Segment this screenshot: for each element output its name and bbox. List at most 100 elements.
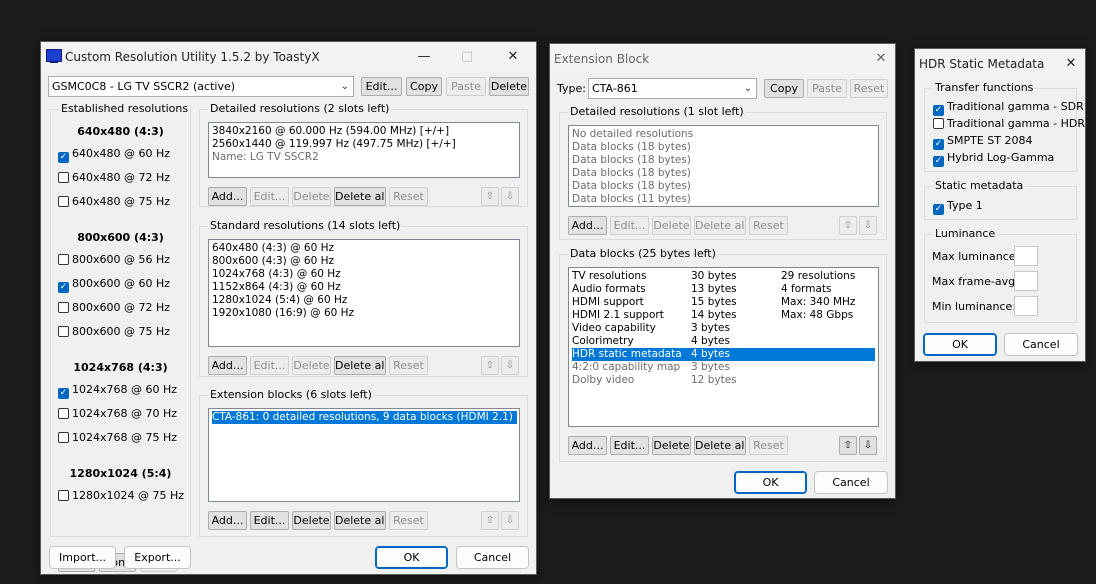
list-item[interactable]: 800x600 (4:3) @ 60 Hz (212, 255, 516, 268)
type-select[interactable]: CTA-861 ⌄ (588, 78, 757, 99)
list-item[interactable]: No detailed resolutions (572, 128, 875, 141)
data-block-row[interactable]: TV resolutions 30 bytes 29 resolutions (572, 270, 875, 283)
standard-resolutions-list[interactable]: 640x480 (4:3) @ 60 Hz 800x600 (4:3) @ 60 … (208, 239, 520, 347)
resolution-checkbox[interactable]: 800x600 @ 56 Hz (58, 252, 170, 268)
close-icon[interactable]: ✕ (500, 46, 526, 68)
hdr-titlebar[interactable]: HDR Static Metadata ✕ (915, 49, 1085, 79)
cancel-button[interactable]: Cancel (456, 546, 529, 569)
hdr-cancel-button[interactable]: Cancel (1004, 333, 1078, 356)
resolution-checkbox[interactable]: 800x600 @ 75 Hz (58, 324, 170, 340)
ext-cancel-button[interactable]: Cancel (814, 471, 888, 494)
list-item[interactable]: 3840x2160 @ 60.000 Hz (594.00 MHz) [+/+] (212, 125, 516, 138)
export-button[interactable]: Export... (124, 546, 191, 569)
list-item[interactable]: Data blocks (18 bytes) (572, 167, 875, 180)
data-move-up-button[interactable]: ⇧ (839, 436, 857, 455)
extension-move-down-button[interactable]: ⇩ (501, 511, 519, 530)
data-blocks-list[interactable]: TV resolutions 30 bytes 29 resolutions Audi… (568, 267, 879, 427)
extension-blocks-list[interactable]: CTA-861: 0 detailed resolutions, 9 data … (208, 408, 520, 502)
list-item[interactable]: Data blocks (11 bytes) (572, 193, 875, 206)
data-block-row[interactable]: 4:2:0 capability map 3 bytes (572, 361, 875, 374)
ext-detailed-delete-all-button[interactable]: Delete all (694, 216, 746, 235)
maximize-icon[interactable]: □ (454, 46, 480, 68)
list-item[interactable]: Data blocks (18 bytes) (572, 154, 875, 167)
resolution-checkbox[interactable]: 1024x768 @ 75 Hz (58, 430, 177, 446)
copy-monitor-button[interactable]: Copy (406, 77, 442, 96)
ext-detailed-reset-button[interactable]: Reset (749, 216, 788, 235)
ext-ok-button[interactable]: OK (734, 471, 807, 494)
extension-reset-button[interactable]: Reset (389, 511, 428, 530)
list-item[interactable]: Data blocks (18 bytes) (572, 180, 875, 193)
close-icon[interactable]: ✕ (1058, 53, 1084, 75)
list-item[interactable]: 1152x864 (4:3) @ 60 Hz (212, 281, 516, 294)
hdr-ok-button[interactable]: OK (923, 333, 997, 356)
data-delete-button[interactable]: Delete (652, 436, 691, 455)
close-icon[interactable]: ✕ (868, 48, 894, 70)
standard-move-down-button[interactable]: ⇩ (501, 356, 519, 375)
ext-paste-button[interactable]: Paste (807, 79, 847, 98)
ext-detailed-add-button[interactable]: Add... (568, 216, 607, 235)
transfer-function-checkbox[interactable]: ✓ Hybrid Log-Gamma (933, 150, 1054, 167)
detailed-move-down-button[interactable]: ⇩ (501, 187, 519, 206)
standard-reset-button[interactable]: Reset (389, 356, 428, 375)
data-block-row[interactable]: HDMI support 15 bytes Max: 340 MHz (572, 296, 875, 309)
transfer-function-checkbox[interactable]: ✓ SMPTE ST 2084 (933, 133, 1032, 150)
ext-detailed-move-up-button[interactable]: ⇧ (839, 216, 857, 235)
detailed-resolutions-list[interactable]: 3840x2160 @ 60.000 Hz (594.00 MHz) [+/+]… (208, 122, 520, 178)
resolution-checkbox[interactable]: 640x480 @ 72 Hz (58, 170, 170, 186)
standard-move-up-button[interactable]: ⇧ (481, 356, 499, 375)
ext-detailed-delete-button[interactable]: Delete (652, 216, 691, 235)
data-edit-button[interactable]: Edit... (610, 436, 649, 455)
standard-add-button[interactable]: Add... (208, 356, 247, 375)
data-move-down-button[interactable]: ⇩ (859, 436, 877, 455)
data-block-row[interactable]: HDR static metadata 4 bytes (572, 348, 875, 361)
data-block-row[interactable]: Colorimetry 4 bytes (572, 335, 875, 348)
list-item[interactable]: CTA-861: 0 detailed resolutions, 9 data … (212, 411, 517, 424)
extension-block-titlebar[interactable]: Extension Block ✕ (550, 44, 895, 74)
resolution-checkbox[interactable]: 800x600 @ 72 Hz (58, 300, 170, 316)
ok-button[interactable]: OK (375, 546, 448, 569)
detailed-reset-button[interactable]: Reset (389, 187, 428, 206)
delete-monitor-button[interactable]: Delete (489, 77, 529, 96)
resolution-checkbox[interactable]: 1024x768 @ 70 Hz (58, 406, 177, 422)
data-block-row[interactable]: HDMI 2.1 support 14 bytes Max: 48 Gbps (572, 309, 875, 322)
resolution-checkbox[interactable]: 1280x1024 @ 75 Hz (58, 488, 184, 504)
data-block-row[interactable]: Audio formats 13 bytes 4 formats (572, 283, 875, 296)
transfer-function-checkbox[interactable]: Traditional gamma - HDR (933, 116, 1085, 132)
monitor-select[interactable]: GSMC0C8 - LG TV SSCR2 (active) ⌄ (48, 76, 354, 97)
data-delete-all-button[interactable]: Delete all (694, 436, 746, 455)
ext-copy-button[interactable]: Copy (764, 79, 804, 98)
minimize-icon[interactable]: — (411, 46, 437, 68)
min-luminance-input[interactable] (1014, 296, 1038, 316)
ext-detailed-edit-button[interactable]: Edit... (610, 216, 649, 235)
transfer-function-checkbox[interactable]: ✓ Traditional gamma - SDR (933, 99, 1084, 116)
detailed-delete-button[interactable]: Delete (292, 187, 331, 206)
paste-monitor-button[interactable]: Paste (446, 77, 486, 96)
detailed-add-button[interactable]: Add... (208, 187, 247, 206)
standard-delete-button[interactable]: Delete (292, 356, 331, 375)
list-item[interactable]: 2560x1440 @ 119.997 Hz (497.75 MHz) [+/+… (212, 138, 516, 151)
resolution-checkbox[interactable]: ✓ 1024x768 @ 60 Hz (58, 382, 177, 399)
extension-add-button[interactable]: Add... (208, 511, 247, 530)
max-luminance-input[interactable] (1014, 246, 1038, 266)
detailed-delete-all-button[interactable]: Delete all (334, 187, 386, 206)
data-block-row[interactable]: Video capability 3 bytes (572, 322, 875, 335)
type1-checkbox[interactable]: ✓ Type 1 (933, 198, 983, 215)
data-reset-button[interactable]: Reset (749, 436, 788, 455)
extension-delete-all-button[interactable]: Delete all (334, 511, 386, 530)
list-item[interactable]: Data blocks (18 bytes) (572, 141, 875, 154)
resolution-checkbox[interactable]: ✓ 800x600 @ 60 Hz (58, 276, 170, 293)
list-item[interactable]: 640x480 (4:3) @ 60 Hz (212, 242, 516, 255)
extension-edit-button[interactable]: Edit... (250, 511, 289, 530)
list-item[interactable]: 1024x768 (4:3) @ 60 Hz (212, 268, 516, 281)
resolution-checkbox[interactable]: 640x480 @ 75 Hz (58, 194, 170, 210)
ext-reset-button[interactable]: Reset (850, 79, 888, 98)
list-item[interactable]: 1920x1080 (16:9) @ 60 Hz (212, 307, 516, 320)
data-block-row[interactable]: Dolby video 12 bytes (572, 374, 875, 387)
detailed-edit-button[interactable]: Edit... (250, 187, 289, 206)
standard-edit-button[interactable]: Edit... (250, 356, 289, 375)
edit-monitor-button[interactable]: Edit... (361, 77, 402, 96)
import-button[interactable]: Import... (49, 546, 116, 569)
max-frame-avg-input[interactable] (1014, 271, 1038, 291)
extension-move-up-button[interactable]: ⇧ (481, 511, 499, 530)
ext-detailed-move-down-button[interactable]: ⇩ (859, 216, 877, 235)
